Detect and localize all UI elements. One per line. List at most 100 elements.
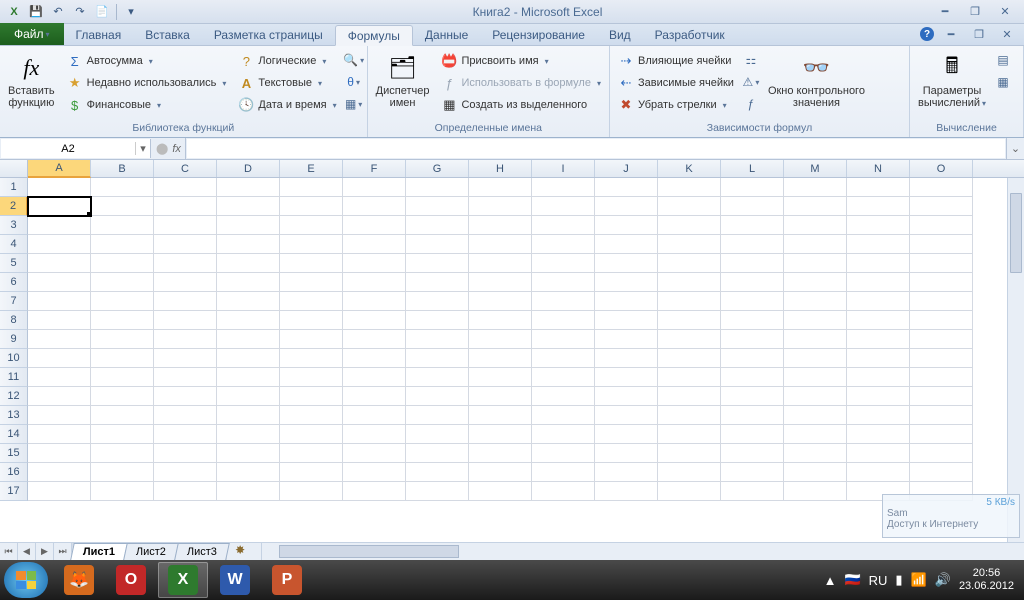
sheet-last-button[interactable]: ⏭	[54, 543, 72, 560]
tab-Вставка[interactable]: Вставка	[133, 25, 202, 45]
cell[interactable]	[469, 273, 532, 292]
cell[interactable]	[469, 292, 532, 311]
cell[interactable]	[910, 463, 973, 482]
cell[interactable]	[91, 292, 154, 311]
cell[interactable]	[910, 330, 973, 349]
cell[interactable]	[154, 292, 217, 311]
column-header[interactable]: J	[595, 160, 658, 177]
name-manager-button[interactable]: 🗂 Диспетчеримен	[372, 48, 434, 114]
close-button[interactable]: ✕	[994, 4, 1016, 20]
minimize-button[interactable]: ━	[934, 4, 956, 20]
cell[interactable]	[406, 292, 469, 311]
cell[interactable]	[343, 425, 406, 444]
cell[interactable]	[28, 178, 91, 197]
row-header[interactable]: 4	[0, 235, 28, 254]
row-header[interactable]: 5	[0, 254, 28, 273]
watch-window-button[interactable]: 👓 Окно контрольногозначения	[764, 48, 869, 114]
cell[interactable]	[658, 482, 721, 501]
cell[interactable]	[280, 292, 343, 311]
cell[interactable]	[91, 197, 154, 216]
cell[interactable]	[28, 387, 91, 406]
fx-icon[interactable]: fx	[172, 143, 181, 155]
cell[interactable]	[784, 273, 847, 292]
cell[interactable]	[280, 197, 343, 216]
cell[interactable]	[658, 178, 721, 197]
formula-input[interactable]	[187, 139, 1005, 158]
cell[interactable]	[532, 330, 595, 349]
cell[interactable]	[28, 235, 91, 254]
cell[interactable]	[847, 235, 910, 254]
trace-dependents-button[interactable]: ⇠Зависимые ячейки	[614, 72, 738, 94]
cell[interactable]	[910, 273, 973, 292]
cell[interactable]	[343, 482, 406, 501]
task-firefox[interactable]: 🦊	[54, 562, 104, 598]
sheet-tab[interactable]: Лист3	[174, 543, 230, 560]
cell[interactable]	[910, 216, 973, 235]
cell[interactable]	[469, 406, 532, 425]
cell[interactable]	[406, 273, 469, 292]
cell[interactable]	[469, 349, 532, 368]
cell[interactable]	[217, 482, 280, 501]
row-header[interactable]: 14	[0, 425, 28, 444]
cell[interactable]	[595, 463, 658, 482]
column-header[interactable]: K	[658, 160, 721, 177]
cell[interactable]	[721, 216, 784, 235]
cell[interactable]	[406, 235, 469, 254]
column-header[interactable]: M	[784, 160, 847, 177]
cell[interactable]	[532, 197, 595, 216]
cell[interactable]	[595, 292, 658, 311]
task-powerpoint[interactable]: P	[262, 562, 312, 598]
sheet-first-button[interactable]: ⏮	[0, 543, 18, 560]
cell[interactable]	[280, 273, 343, 292]
cell[interactable]	[784, 387, 847, 406]
cell[interactable]	[28, 425, 91, 444]
cell[interactable]	[847, 292, 910, 311]
cell[interactable]	[154, 178, 217, 197]
recently-used-button[interactable]: ★Недавно использовались▾	[63, 72, 231, 94]
cell[interactable]	[406, 197, 469, 216]
cell[interactable]	[658, 273, 721, 292]
cell[interactable]	[595, 330, 658, 349]
cell[interactable]	[595, 349, 658, 368]
cell[interactable]	[532, 235, 595, 254]
cell[interactable]	[28, 463, 91, 482]
error-checking-button[interactable]: ⚠▾	[742, 72, 760, 92]
cell[interactable]	[847, 349, 910, 368]
cell[interactable]	[91, 235, 154, 254]
cell[interactable]	[406, 311, 469, 330]
tab-Рецензирование[interactable]: Рецензирование	[480, 25, 597, 45]
cell[interactable]	[595, 368, 658, 387]
cell[interactable]	[154, 216, 217, 235]
cell[interactable]	[406, 254, 469, 273]
cell[interactable]	[406, 178, 469, 197]
cell[interactable]	[217, 197, 280, 216]
cell[interactable]	[280, 311, 343, 330]
cell[interactable]	[154, 235, 217, 254]
cell[interactable]	[658, 444, 721, 463]
cell[interactable]	[721, 254, 784, 273]
cell[interactable]	[658, 330, 721, 349]
autosum-button[interactable]: ΣАвтосумма▾	[63, 50, 231, 72]
name-box[interactable]: A2 ▾	[1, 139, 151, 158]
cell[interactable]	[28, 216, 91, 235]
cell[interactable]	[406, 368, 469, 387]
cell[interactable]	[343, 254, 406, 273]
cell[interactable]	[658, 254, 721, 273]
sheet-tab[interactable]: Лист2	[123, 543, 179, 560]
cell[interactable]	[28, 254, 91, 273]
cell[interactable]	[469, 235, 532, 254]
cell[interactable]	[406, 349, 469, 368]
cell[interactable]	[406, 406, 469, 425]
cell[interactable]	[406, 463, 469, 482]
cell[interactable]	[217, 178, 280, 197]
start-button[interactable]	[4, 562, 48, 598]
column-header[interactable]: G	[406, 160, 469, 177]
cell[interactable]	[343, 311, 406, 330]
cell[interactable]	[595, 273, 658, 292]
formula-bar-expand-icon[interactable]: ⌄	[1006, 138, 1024, 159]
scrollbar-thumb[interactable]	[1010, 193, 1022, 273]
cell[interactable]	[28, 197, 91, 216]
row-header[interactable]: 1	[0, 178, 28, 197]
cell[interactable]	[532, 254, 595, 273]
cell[interactable]	[280, 216, 343, 235]
